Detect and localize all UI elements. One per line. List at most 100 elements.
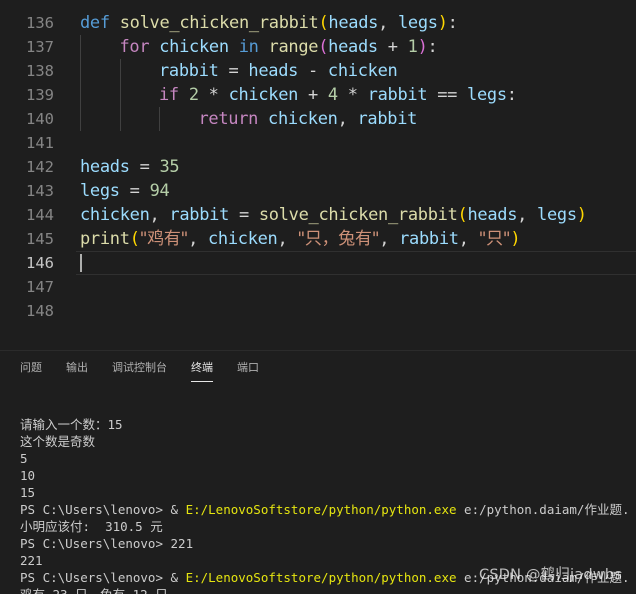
code-token: rabbit <box>367 85 428 105</box>
code-token: heads <box>328 37 378 57</box>
code-line[interactable]: 146 <box>0 251 636 275</box>
code-token: chicken <box>80 205 150 225</box>
code-text: return chicken, rabbit <box>199 107 418 131</box>
code-token: ) <box>437 13 448 33</box>
code-token: def <box>80 13 110 33</box>
code-token: solve_chicken_rabbit <box>258 205 458 225</box>
code-line[interactable]: 138 rabbit = heads - chicken <box>0 59 636 83</box>
code-token: legs <box>397 13 438 33</box>
code-token: legs <box>467 85 507 105</box>
code-token: "只" <box>478 229 511 249</box>
code-token: = <box>129 157 160 177</box>
vscode-window: 136 def solve_chicken_rabbit(heads, legs)… <box>0 0 636 594</box>
line-number: 138 <box>26 62 54 80</box>
code-token: , <box>149 205 170 225</box>
code-line[interactable]: 136 def solve_chicken_rabbit(heads, legs)… <box>0 11 636 35</box>
terminal-prompt: PS C:\Users\lenovo> <box>20 570 171 585</box>
tab-terminal[interactable]: 终端 <box>191 360 213 382</box>
code-token: rabbit <box>357 109 418 129</box>
call-operator: & <box>170 570 186 585</box>
code-token: : <box>506 85 517 105</box>
line-number: 141 <box>26 134 54 152</box>
tab-debug-console[interactable]: 调试控制台 <box>112 360 167 376</box>
code-token: , <box>337 109 358 129</box>
panel-tab-bar: 问题 输出 调试控制台 终端 端口 <box>0 351 636 387</box>
line-number: 139 <box>26 86 54 104</box>
code-token: ( <box>318 37 329 57</box>
code-token: + <box>377 37 408 57</box>
tab-ports[interactable]: 端口 <box>237 360 259 376</box>
code-token: - <box>298 61 328 81</box>
line-number: 144 <box>26 206 54 224</box>
code-text: rabbit = heads - chicken <box>159 59 398 83</box>
code-token: , <box>458 229 479 249</box>
code-token: = <box>218 61 249 81</box>
code-line[interactable]: 147 <box>0 275 636 299</box>
terminal-line: 5 <box>20 451 28 466</box>
code-token: : <box>447 13 458 33</box>
code-token: 1 <box>407 37 418 57</box>
line-number: 136 <box>26 14 54 32</box>
code-token: in <box>238 37 259 57</box>
terminal-line: 请输入一个数：15 <box>20 417 123 432</box>
bottom-panel: 问题 输出 调试控制台 终端 端口 请输入一个数：15 这个数是奇数 5 10 15 PS… <box>0 350 636 594</box>
code-text: for chicken in range(heads + 1): <box>120 35 438 59</box>
code-text: legs = 94 <box>80 179 170 203</box>
code-editor[interactable]: 136 def solve_chicken_rabbit(heads, legs)… <box>0 0 636 350</box>
terminal-line: 15 <box>20 485 36 500</box>
indent-guide <box>80 107 81 131</box>
code-line[interactable]: 148 <box>0 299 636 323</box>
code-token: : <box>427 37 438 57</box>
code-line[interactable]: 141 <box>0 131 636 155</box>
code-token: ( <box>457 205 468 225</box>
line-number: 146 <box>26 254 54 272</box>
indent-guide <box>80 35 81 59</box>
code-token: , <box>379 229 400 249</box>
code-token: "只，兔有" <box>297 229 380 249</box>
terminal-line: 小明应该付: 310.5 元 <box>20 519 163 534</box>
code-token: ) <box>510 229 521 249</box>
code-token: = <box>229 205 259 225</box>
code-token: rabbit <box>399 229 459 249</box>
terminal-line: PS C:\Users\lenovo> 221 <box>20 536 194 551</box>
code-token: * <box>198 85 229 105</box>
code-line[interactable]: 144 chicken, rabbit = solve_chicken_rabbi… <box>0 203 636 227</box>
code-token: 4 <box>327 85 338 105</box>
line-number: 147 <box>26 278 54 296</box>
code-line[interactable]: 145 print("鸡有", chicken, "只，兔有", rabbit, … <box>0 227 636 251</box>
script-path: e:/python.daiam/作业题.py <box>456 502 630 517</box>
terminal-line: 这个数是奇数 <box>20 434 96 449</box>
line-number: 145 <box>26 230 54 248</box>
code-text: if 2 * chicken + 4 * rabbit == legs: <box>159 83 517 107</box>
code-token: 35 <box>159 157 180 177</box>
code-token: for <box>119 37 150 57</box>
indent-guide <box>80 83 81 107</box>
code-token: ( <box>318 13 329 33</box>
terminal-line: 10 <box>20 468 36 483</box>
code-line[interactable]: 143 legs = 94 <box>0 179 636 203</box>
code-token: 94 <box>149 181 170 201</box>
line-number: 140 <box>26 110 54 128</box>
call-operator: & <box>170 502 186 517</box>
code-token: rabbit <box>169 205 230 225</box>
tab-problems[interactable]: 问题 <box>20 360 42 376</box>
tab-output[interactable]: 输出 <box>66 360 88 376</box>
code-token: == <box>427 85 468 105</box>
code-line[interactable]: 139 if 2 * chicken + 4 * rabbit == legs: <box>0 83 636 107</box>
code-token: heads <box>80 157 130 177</box>
line-number: 148 <box>26 302 54 320</box>
code-token: chicken <box>268 109 338 129</box>
line-number: 143 <box>26 182 54 200</box>
code-line[interactable]: 142 heads = 35 <box>0 155 636 179</box>
code-line[interactable]: 137 for chicken in range(heads + 1): <box>0 35 636 59</box>
code-line[interactable]: 140 return chicken, rabbit <box>0 107 636 131</box>
code-token: chicken <box>159 37 229 57</box>
terminal-line: 鸡有 23 只，兔有 12 只 <box>20 586 630 594</box>
code-token: chicken <box>207 229 278 249</box>
code-token: * <box>337 85 368 105</box>
